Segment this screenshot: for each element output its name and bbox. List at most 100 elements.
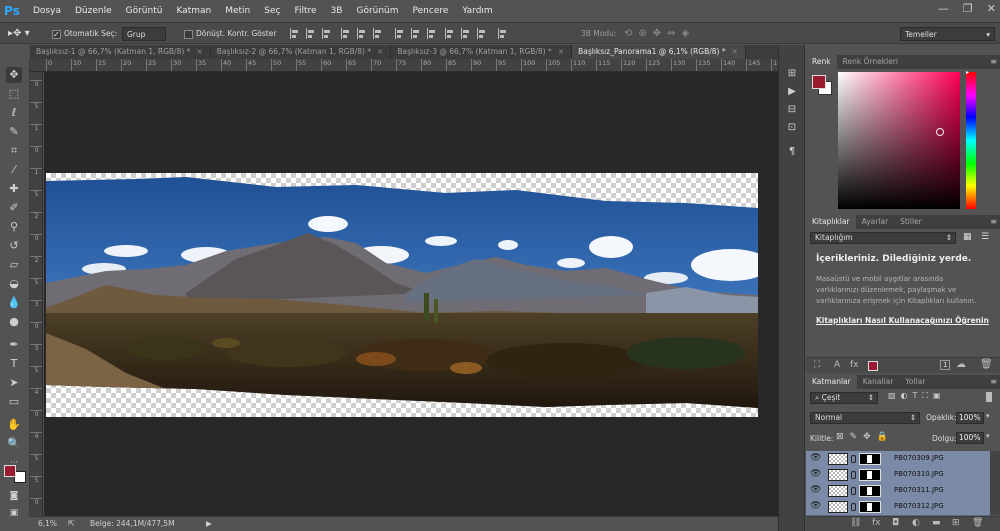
zoom-level[interactable]: 6,1% — [38, 517, 57, 531]
show-transform-checkbox[interactable]: Dönüşt. Kontr. Göster — [184, 27, 276, 41]
blend-mode-dropdown[interactable]: Normal ⇕ — [810, 412, 920, 424]
align-left-icon[interactable] — [341, 28, 351, 39]
tab-paths[interactable]: Yollar — [899, 375, 931, 389]
menu-layer[interactable]: Katman — [169, 0, 218, 22]
sync-cloud-icon[interactable]: ☁ — [956, 359, 966, 370]
link-icon[interactable] — [851, 471, 856, 479]
paragraph-icon[interactable]: ¶ — [784, 145, 800, 159]
align-right-icon[interactable] — [373, 28, 383, 39]
tab-layers[interactable]: Katmanlar — [806, 375, 857, 389]
link-icon[interactable] — [851, 503, 856, 511]
color-picker-cursor[interactable] — [936, 128, 944, 136]
distribute-right-icon[interactable] — [477, 28, 487, 39]
actions-play-icon[interactable]: ▶ — [784, 85, 800, 99]
layer-row[interactable]: 👁 PB070311.JPG — [806, 483, 990, 500]
zoom-tool-icon[interactable]: 🔍 — [6, 436, 22, 452]
menu-window[interactable]: Pencere — [406, 0, 456, 22]
hand-tool-icon[interactable]: ✋ — [6, 417, 22, 433]
status-menu-arrow-icon[interactable]: ▶ — [206, 517, 212, 531]
delete-icon[interactable]: 🗑 — [980, 359, 993, 370]
history-brush-tool-icon[interactable]: ↺ — [6, 238, 22, 254]
menu-filter[interactable]: Filtre — [287, 0, 323, 22]
distribute-hcenter-icon[interactable] — [461, 28, 471, 39]
add-mask-icon[interactable]: ◘ — [892, 518, 899, 528]
layer-row[interactable]: 👁 PB070310.JPG — [806, 467, 990, 484]
eraser-tool-icon[interactable]: ▱ — [6, 257, 22, 273]
rectangle-tool-icon[interactable]: ▭ — [6, 394, 22, 410]
auto-align-icon[interactable] — [498, 28, 508, 39]
tab-adjustments[interactable]: Ayarlar — [856, 215, 895, 229]
layer-name[interactable]: PB070312.JPG — [894, 502, 944, 510]
layer-mask-thumbnail[interactable] — [859, 469, 881, 481]
distribute-bottom-icon[interactable] — [427, 28, 437, 39]
layer-row[interactable]: 👁 PB070312.JPG — [806, 499, 990, 516]
crop-tool-icon[interactable]: ⌗ — [6, 143, 22, 159]
panel-menu-icon[interactable]: ≡ — [990, 215, 997, 229]
move-tool-icon[interactable]: ✥ — [6, 67, 22, 83]
menu-type[interactable]: Metin — [218, 0, 257, 22]
foreground-color-swatch[interactable] — [4, 465, 16, 477]
layer-mask-thumbnail[interactable] — [859, 453, 881, 465]
panel-menu-icon[interactable]: ≡ — [990, 55, 997, 69]
new-layer-icon[interactable]: ⊞ — [952, 518, 960, 528]
menu-help[interactable]: Yardım — [455, 0, 499, 22]
tab-close-icon[interactable]: × — [377, 47, 383, 56]
adjust-icon[interactable]: ⊡ — [784, 121, 800, 135]
eye-icon[interactable]: 👁 — [810, 469, 821, 479]
layers-scrollbar[interactable] — [990, 451, 1000, 515]
eye-icon[interactable]: 👁 — [810, 501, 821, 511]
lock-icons[interactable]: ⊠✎✥🔒 — [836, 432, 894, 442]
tab-document-2[interactable]: Başlıksız-2 @ 66,7% (Katman 1, RGB/8) * × — [211, 45, 392, 59]
add-layer-style-icon[interactable]: fx — [850, 360, 859, 370]
menu-edit[interactable]: Düzenle — [68, 0, 119, 22]
menu-3d[interactable]: 3B — [324, 0, 350, 22]
add-text-style-icon[interactable]: A — [834, 360, 840, 370]
tab-styles[interactable]: Stiller — [894, 215, 928, 229]
lasso-tool-icon[interactable]: ℓ — [6, 105, 22, 121]
export-icon[interactable]: ⇱ — [68, 517, 75, 531]
layer-name[interactable]: PB070310.JPG — [894, 470, 944, 478]
eye-icon[interactable]: 👁 — [810, 453, 821, 463]
library-learn-link[interactable]: Kitaplıkları Nasıl Kullanacağınızı Öğren… — [816, 316, 989, 325]
distribute-left-icon[interactable] — [445, 28, 455, 39]
paint-bucket-tool-icon[interactable]: ◒ — [6, 276, 22, 292]
delete-layer-icon[interactable]: 🗑 — [972, 518, 983, 528]
link-icon[interactable] — [851, 487, 856, 495]
distribute-vcenter-icon[interactable] — [411, 28, 421, 39]
distribute-top-icon[interactable] — [395, 28, 405, 39]
hue-marker-icon[interactable]: ▸ — [966, 69, 969, 76]
tab-color[interactable]: Renk — [806, 55, 837, 69]
panorama-image[interactable] — [46, 173, 758, 417]
tab-close-icon[interactable]: × — [732, 47, 738, 56]
dodge-tool-icon[interactable]: ● — [6, 314, 22, 330]
eyedropper-tool-icon[interactable]: ⁄ — [6, 162, 22, 178]
align-vcenter-icon[interactable] — [306, 28, 316, 39]
restore-button[interactable]: ❐ — [963, 2, 973, 15]
fill-input[interactable]: 100% — [956, 432, 984, 444]
tab-channels[interactable]: Kanallar — [857, 375, 900, 389]
fill-slider-icon[interactable]: ▾ — [986, 432, 990, 440]
auto-select-dropdown[interactable]: Grup — [122, 27, 166, 41]
list-view-icon[interactable]: ☰ — [981, 232, 989, 242]
align-bottom-icon[interactable] — [322, 28, 332, 39]
layer-mask-thumbnail[interactable] — [859, 501, 881, 513]
tab-document-3[interactable]: Başlıksız-3 @ 66,7% (Katman 1, RGB/8) * × — [391, 45, 573, 59]
ruler-top[interactable]: 0 10 15 20 25 30 35 40 45 50 55 60 65 70 75 80 85 90 95 100… — [30, 59, 778, 72]
align-hcenter-icon[interactable] — [357, 28, 367, 39]
healing-brush-tool-icon[interactable]: ✚ — [6, 181, 22, 197]
filter-toggle[interactable] — [986, 392, 992, 402]
3d-tools-icons[interactable]: ⟲⊛✥⇔◈ — [624, 27, 695, 41]
tab-libraries[interactable]: Kitaplıklar — [806, 215, 856, 229]
menu-image[interactable]: Görüntü — [119, 0, 170, 22]
screen-mode-icon[interactable]: ▣ — [6, 505, 22, 521]
opacity-slider-icon[interactable]: ▾ — [986, 412, 990, 420]
minimize-button[interactable]: — — [938, 2, 949, 15]
panel-menu-icon[interactable]: ≡ — [990, 375, 997, 389]
menu-view[interactable]: Görünüm — [349, 0, 405, 22]
tab-close-icon[interactable]: × — [558, 47, 564, 56]
layer-filter-dropdown[interactable]: ⌕ Çeşit ⇕ — [810, 392, 878, 404]
properties-icon[interactable]: ⊟ — [784, 103, 800, 117]
layer-mask-thumbnail[interactable] — [859, 485, 881, 497]
quick-select-tool-icon[interactable]: ✎ — [6, 124, 22, 140]
brush-tool-icon[interactable]: ✐ — [6, 200, 22, 216]
